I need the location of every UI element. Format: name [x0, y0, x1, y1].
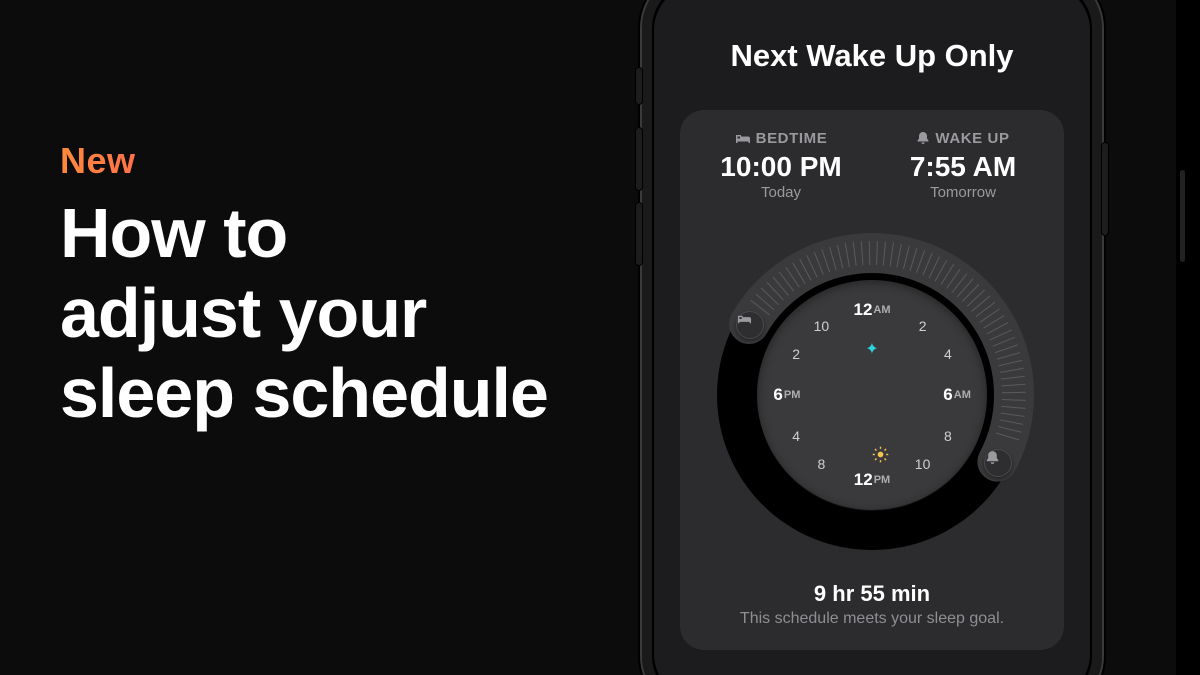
dial-label-12am: 12AM [853, 300, 890, 320]
summary-footer: 9 hr 55 min This schedule meets your sle… [680, 581, 1064, 628]
bedtime-time: 10:00 PM [690, 151, 872, 183]
sleep-duration: 9 hr 55 min [680, 581, 1064, 607]
sleep-schedule-card: BEDTIME 10:00 PM Today WAKE UP 7:55 AM T… [680, 110, 1064, 650]
wakeup-handle[interactable] [984, 449, 1012, 477]
promo-title-line-2: adjust your [60, 274, 548, 354]
dial-tick-2am: 2 [919, 318, 927, 334]
promo-title-line-1: How to [60, 194, 548, 274]
dial-face: 12AM 6AM 12PM 6PM [757, 280, 987, 510]
page-title: Next Wake Up Only [654, 38, 1090, 74]
wakeup-column: WAKE UP 7:55 AM Tomorrow [872, 130, 1054, 201]
phone-frame: Next Wake Up Only BEDTIME 10:00 PM Today [640, 0, 1104, 675]
bedtime-handle[interactable] [736, 311, 764, 339]
wakeup-label-text: WAKE UP [935, 130, 1009, 147]
stage: New How to adjust your sleep schedule Ne… [0, 0, 1200, 675]
dial-label-6pm: 6PM [773, 385, 800, 405]
promo-block: New How to adjust your sleep schedule [60, 140, 548, 433]
phone-screen: Next Wake Up Only BEDTIME 10:00 PM Today [654, 0, 1090, 675]
wakeup-day: Tomorrow [872, 184, 1054, 201]
phone-volume-down-button [635, 202, 643, 266]
promo-title-line-3: sleep schedule [60, 354, 548, 434]
dial-label-12pm: 12PM [854, 470, 890, 490]
bedtime-day: Today [690, 184, 872, 201]
bell-icon [916, 131, 930, 149]
dial-tick-4pm: 4 [792, 428, 800, 444]
wakeup-label: WAKE UP [872, 130, 1054, 149]
second-phone-edge [1176, 0, 1200, 675]
time-columns: BEDTIME 10:00 PM Today WAKE UP 7:55 AM T… [680, 110, 1064, 201]
bedtime-label: BEDTIME [690, 130, 872, 149]
bed-icon [735, 132, 751, 149]
stars-icon: ✦ [865, 339, 878, 359]
dial-tick-10am: 10 [915, 456, 931, 472]
promo-new-tag: New [60, 140, 548, 182]
dial-tick-8am: 8 [944, 428, 952, 444]
goal-message: This schedule meets your sleep goal. [680, 610, 1064, 628]
wakeup-time: 7:55 AM [872, 151, 1054, 183]
phone-side-button [1101, 142, 1109, 236]
dial-tick-10pm: 10 [814, 318, 830, 334]
bedtime-column: BEDTIME 10:00 PM Today [690, 130, 872, 201]
sleep-dial-wrap: 12AM 6AM 12PM 6PM [680, 230, 1064, 560]
bedtime-label-text: BEDTIME [756, 130, 828, 147]
dial-label-6am: 6AM [943, 385, 971, 405]
sleep-dial[interactable]: 12AM 6AM 12PM 6PM [707, 230, 1037, 560]
promo-title: How to adjust your sleep schedule [60, 194, 548, 433]
phone-volume-up-button [635, 127, 643, 191]
phone-mute-switch [635, 67, 643, 105]
dial-tick-8pm: 8 [817, 456, 825, 472]
dial-tick-4am: 4 [944, 346, 952, 362]
dial-tick-2pm: 2 [792, 346, 800, 362]
